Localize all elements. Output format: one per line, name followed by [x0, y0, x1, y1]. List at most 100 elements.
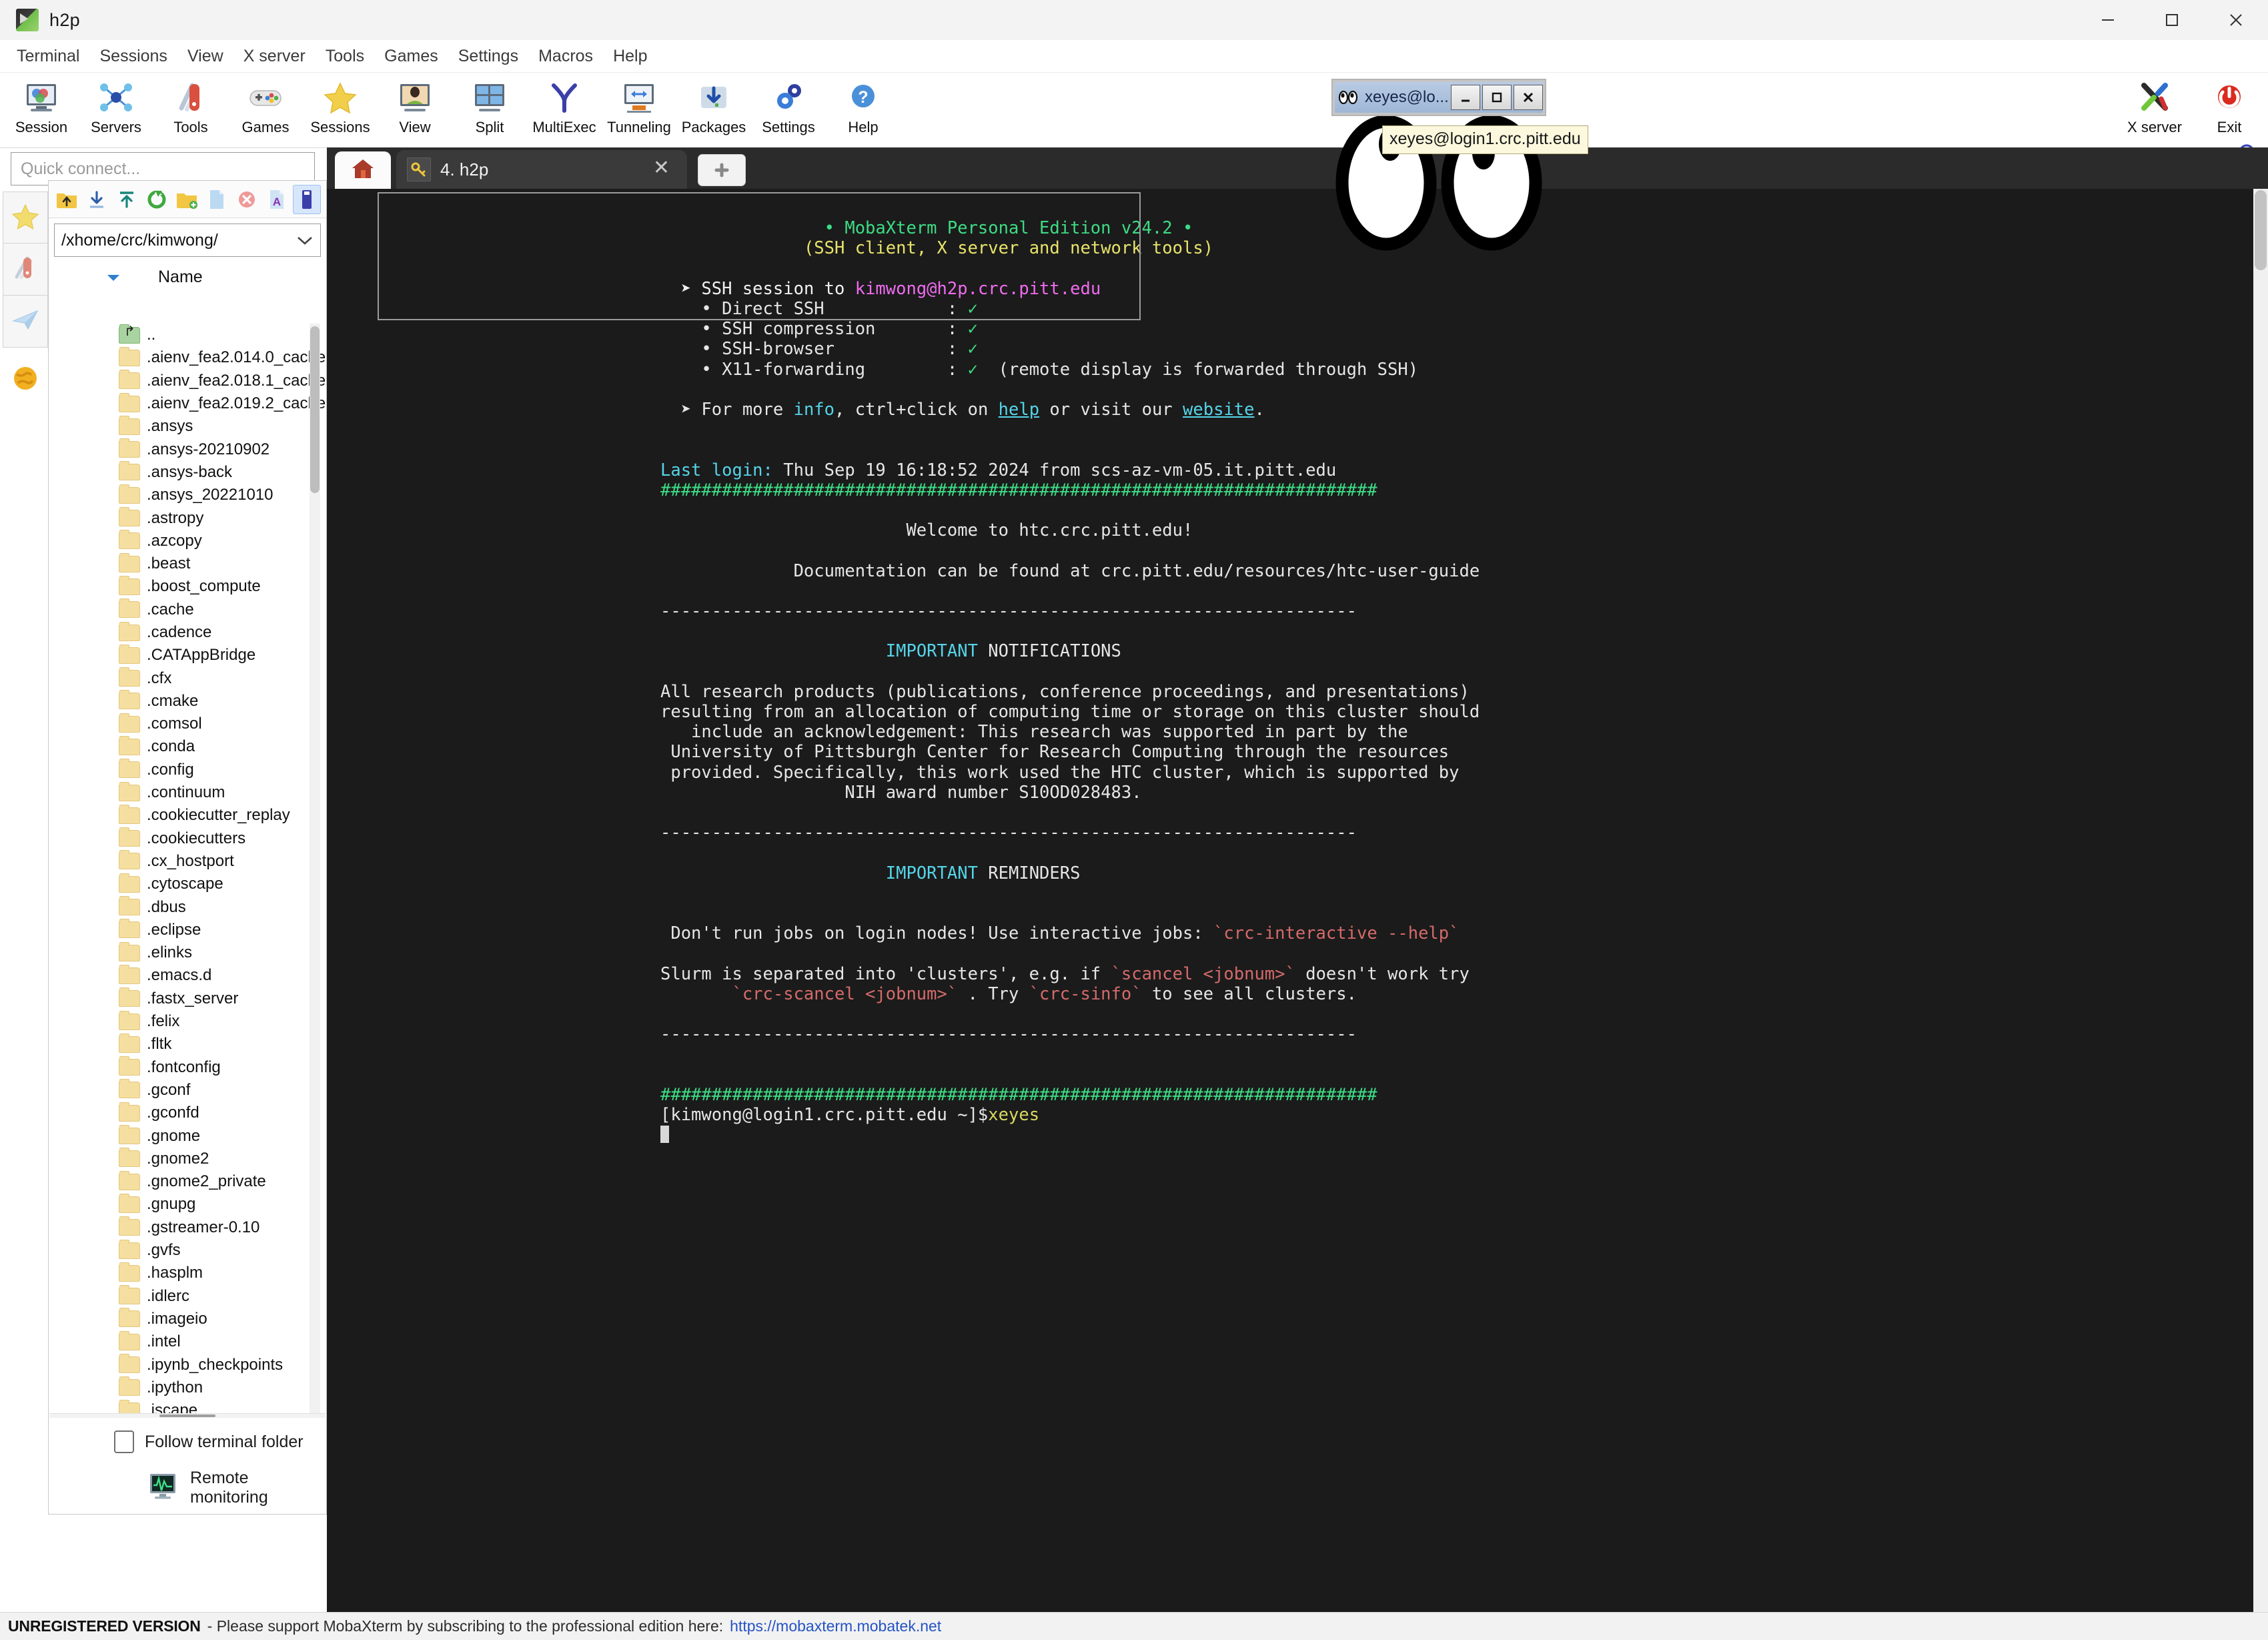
follow-terminal-folder-checkbox[interactable]	[114, 1430, 134, 1453]
toolbar-packages-button[interactable]: Packages	[676, 77, 751, 146]
file-row[interactable]: .hasplm	[49, 1262, 326, 1284]
rail-favorites-button[interactable]	[3, 191, 48, 244]
menu-tools[interactable]: Tools	[316, 44, 374, 69]
file-row[interactable]: .ansys-back	[49, 461, 326, 484]
file-row[interactable]: .ansys-20210902	[49, 438, 326, 460]
sftp-splitter-handle[interactable]	[49, 1413, 326, 1418]
sftp-file-list[interactable]: .. .aienv_fea2.014.0_cache .aienv_fea2.018…	[49, 324, 326, 1414]
toolbar-xserver-button[interactable]: X server	[2117, 77, 2192, 146]
new-file-icon[interactable]	[203, 185, 231, 214]
toolbar-help-button[interactable]: ? Help	[826, 77, 901, 146]
xeyes-title-bar[interactable]: xeyes@lo...	[1331, 79, 1546, 116]
file-row[interactable]: .ansys_20221010	[49, 484, 326, 506]
file-row[interactable]: .intel	[49, 1330, 326, 1353]
file-row[interactable]: .ansys	[49, 415, 326, 438]
file-row[interactable]: .conda	[49, 735, 326, 758]
file-row[interactable]: .cytoscape	[49, 873, 326, 895]
maximize-button[interactable]	[2140, 0, 2204, 40]
file-row[interactable]: .gnome2_private	[49, 1170, 326, 1193]
follow-terminal-folder-row[interactable]: Follow terminal folder	[49, 1422, 326, 1462]
file-row[interactable]: .ipython	[49, 1376, 326, 1399]
menu-xserver[interactable]: X server	[233, 44, 316, 69]
file-row[interactable]: .iscape	[49, 1399, 326, 1414]
file-row[interactable]: .fltk	[49, 1033, 326, 1056]
folder-up-icon[interactable]	[53, 185, 81, 214]
toolbar-session-button[interactable]: Session	[4, 77, 79, 146]
file-row[interactable]: .astropy	[49, 506, 326, 529]
rail-send-button[interactable]	[3, 296, 48, 348]
close-tab-icon[interactable]: ✕	[653, 158, 670, 178]
toolbar-multiexec-button[interactable]: MultiExec	[527, 77, 602, 146]
file-row[interactable]: .cfx	[49, 667, 326, 689]
home-tab[interactable]	[335, 151, 391, 189]
file-row[interactable]: .config	[49, 759, 326, 781]
text-edit-icon[interactable]: A	[263, 185, 291, 214]
toolbar-split-button[interactable]: Split	[452, 77, 527, 146]
file-row[interactable]: .gvfs	[49, 1239, 326, 1262]
file-row[interactable]: .CATAppBridge	[49, 644, 326, 667]
rail-world-button[interactable]	[3, 348, 48, 412]
file-row[interactable]: .continuum	[49, 781, 326, 804]
file-row[interactable]: .gstreamer-0.10	[49, 1216, 326, 1239]
file-row[interactable]: .gconfd	[49, 1102, 326, 1124]
file-row[interactable]: .cache	[49, 598, 326, 621]
file-row[interactable]: .cadence	[49, 621, 326, 644]
menu-help[interactable]: Help	[603, 44, 657, 69]
file-row[interactable]: .comsol	[49, 713, 326, 735]
file-row[interactable]: .gconf	[49, 1079, 326, 1102]
toolbar-exit-button[interactable]: Exit	[2192, 77, 2267, 146]
sftp-path-field[interactable]: /xhome/crc/kimwong/	[54, 224, 321, 257]
chevron-down-icon[interactable]	[290, 235, 320, 246]
toolbar-sessions-button[interactable]: Sessions	[303, 77, 378, 146]
menu-games[interactable]: Games	[374, 44, 448, 69]
file-row[interactable]: .ipynb_checkpoints	[49, 1353, 326, 1376]
xeyes-minimize-button[interactable]	[1450, 85, 1480, 110]
sftp-scrollbar-thumb[interactable]	[310, 326, 320, 493]
file-row[interactable]: .idlerc	[49, 1284, 326, 1307]
download-icon[interactable]	[83, 185, 111, 214]
xeyes-maximize-button[interactable]	[1482, 85, 1512, 110]
file-row[interactable]: .boost_compute	[49, 575, 326, 598]
file-row[interactable]: .felix	[49, 1010, 326, 1033]
terminal-scrollbar[interactable]	[2253, 189, 2268, 1613]
file-row[interactable]: .emacs.d	[49, 964, 326, 987]
minimize-button[interactable]	[2076, 0, 2140, 40]
file-row[interactable]: .gnome2	[49, 1148, 326, 1170]
file-row[interactable]: .dbus	[49, 895, 326, 918]
mobaxterm-link[interactable]: https://mobaxterm.mobatek.net	[730, 1617, 941, 1635]
toolbar-settings-button[interactable]: Settings	[751, 77, 826, 146]
new-tab-button[interactable]	[698, 154, 746, 186]
delete-icon[interactable]	[233, 185, 261, 214]
remote-monitoring-row[interactable]: Remote monitoring	[49, 1465, 326, 1511]
toolbar-servers-button[interactable]: Servers	[79, 77, 153, 146]
file-row[interactable]: .cmake	[49, 690, 326, 713]
file-row[interactable]: .cookiecutter_replay	[49, 804, 326, 827]
tab-h2p[interactable]: 4. h2p ✕	[396, 150, 687, 189]
menu-settings[interactable]: Settings	[448, 44, 528, 69]
menu-terminal[interactable]: Terminal	[7, 44, 89, 69]
file-row[interactable]: .fontconfig	[49, 1056, 326, 1079]
close-button[interactable]	[2204, 0, 2268, 40]
toolbar-games-button[interactable]: Games	[228, 77, 303, 146]
file-row[interactable]: .fastx_server	[49, 987, 326, 1010]
menu-macros[interactable]: Macros	[528, 44, 603, 69]
toolbar-view-button[interactable]: View	[378, 77, 452, 146]
file-row[interactable]: .gnupg	[49, 1193, 326, 1216]
file-row[interactable]: .aienv_fea2.014.0_cache	[49, 346, 326, 369]
xeyes-close-button[interactable]	[1513, 85, 1543, 110]
file-row[interactable]: .aienv_fea2.018.1_cache	[49, 370, 326, 392]
terminal-scrollbar-thumb[interactable]	[2255, 190, 2267, 270]
refresh-icon[interactable]	[143, 185, 171, 214]
file-row[interactable]: .azcopy	[49, 530, 326, 552]
toolbar-tools-button[interactable]: Tools	[153, 77, 228, 146]
sftp-scrollbar[interactable]	[310, 324, 320, 1414]
file-row[interactable]: .imageio	[49, 1308, 326, 1330]
terminal-output[interactable]: • MobaXterm Personal Edition v24.2 • (SS…	[327, 189, 2248, 1613]
file-row[interactable]: .eclipse	[49, 919, 326, 941]
file-row[interactable]: .aienv_fea2.019.2_cache	[49, 392, 326, 415]
file-row[interactable]: .elinks	[49, 941, 326, 964]
usb-drive-icon[interactable]	[293, 184, 321, 214]
toolbar-tunneling-button[interactable]: Tunneling	[602, 77, 676, 146]
file-row[interactable]: .cookiecutters	[49, 827, 326, 850]
menu-view[interactable]: View	[177, 44, 233, 69]
